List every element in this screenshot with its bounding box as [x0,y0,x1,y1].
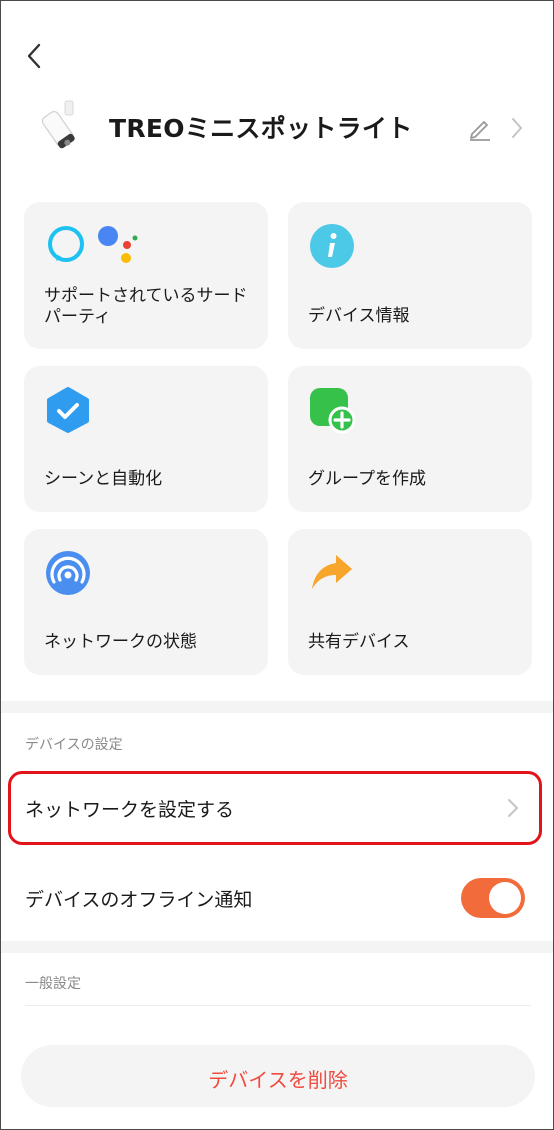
share-arrow-icon [312,555,352,589]
card-device-info[interactable]: デバイス情報 [288,202,532,349]
card-device-info-label: デバイス情報 [308,306,410,326]
network-setup-row[interactable]: ネットワークを設定する [1,772,553,844]
offline-notification-toggle[interactable] [461,878,525,918]
back-button[interactable] [23,41,47,71]
checkmark-shield-icon [47,387,89,433]
offline-notification-label: デバイスのオフライン通知 [25,889,253,911]
card-network-status[interactable]: ネットワークの状態 [24,529,268,675]
chevron-right-icon [508,799,518,817]
device-settings-section-title: デバイスの設定 [25,737,123,753]
card-scene-automation[interactable]: シーンと自動化 [24,366,268,512]
card-shared-devices-label: 共有デバイス [308,632,410,652]
toggle-knob [489,882,521,914]
section-divider-2 [1,941,553,953]
edit-pencil-icon[interactable] [467,115,493,141]
delete-device-label: デバイスを削除 [208,1068,348,1092]
alexa-icon [48,226,84,262]
device-header: TREOミニスポットライト [1,95,553,161]
chevron-right-icon[interactable] [509,115,525,141]
signal-icon [46,551,90,595]
section-divider [1,701,553,713]
delete-device-button[interactable]: デバイスを削除 [21,1045,535,1107]
card-third-party-label-2: パーティ [44,307,111,327]
card-create-group[interactable]: グループを作成 [288,366,532,512]
device-title: TREOミニスポットライト [109,114,413,143]
card-third-party[interactable]: サポートされているサード パーティ [24,202,268,349]
google-assistant-icon [98,226,138,263]
device-settings-screen: TREOミニスポットライト サポートされているサード パーティ デバイス情報 シ… [0,0,554,1130]
divider-line [25,1005,531,1006]
spotlight-device-image [41,100,75,149]
card-create-group-label: グループを作成 [308,469,426,489]
info-icon [310,224,354,268]
card-network-status-label: ネットワークの状態 [44,632,197,652]
add-group-icon [310,388,356,434]
general-settings-section-title: 一般設定 [25,976,81,992]
chevron-left-icon [27,43,41,69]
card-shared-devices[interactable]: 共有デバイス [288,529,532,675]
network-setup-label: ネットワークを設定する [25,799,235,821]
card-scene-automation-label: シーンと自動化 [44,469,163,489]
card-third-party-label-1: サポートされているサード [44,286,248,306]
